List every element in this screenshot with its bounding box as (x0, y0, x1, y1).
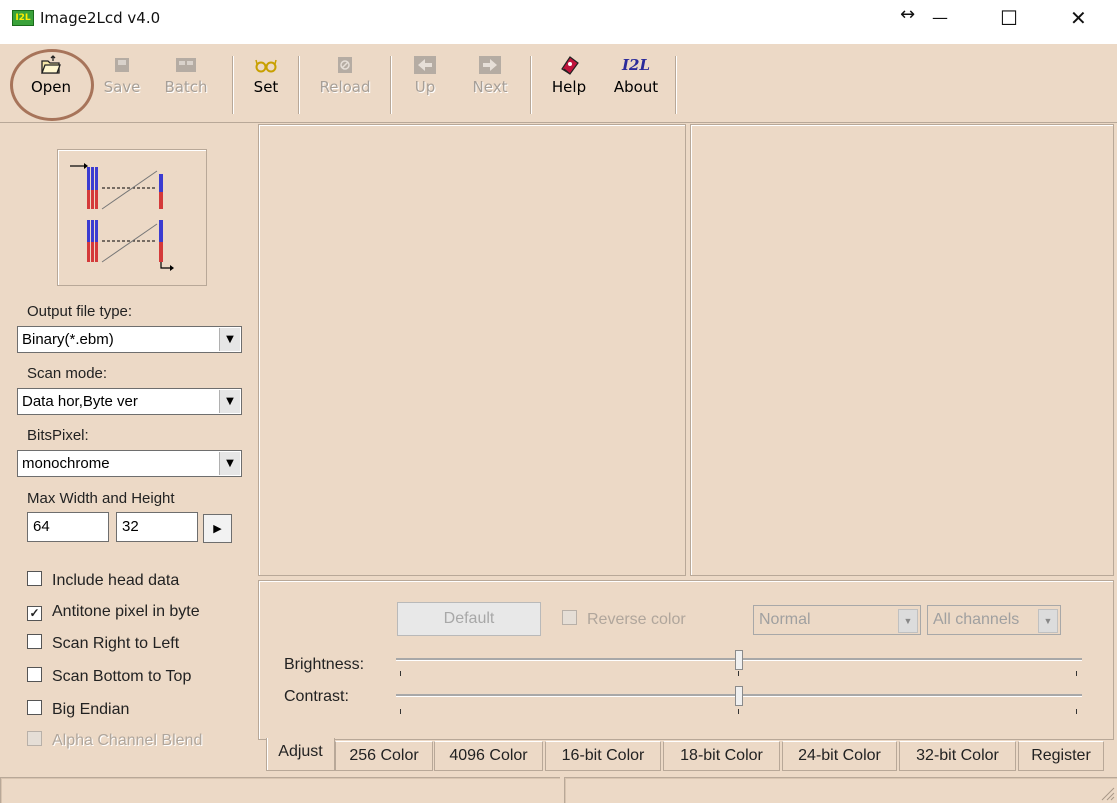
contrast-label: Contrast: (284, 688, 349, 705)
tab-adjust[interactable]: Adjust (266, 738, 335, 771)
channel-select[interactable]: All channels ▼ (927, 605, 1061, 635)
checkbox-box[interactable] (27, 571, 42, 586)
help-label: Help (551, 78, 587, 96)
chevron-down-icon[interactable]: ▼ (898, 609, 918, 633)
source-image-preview (258, 124, 686, 576)
batch-icon (160, 54, 212, 76)
tick-mark (400, 671, 401, 676)
max-height-input[interactable]: 32 (116, 512, 198, 542)
tab-24-bit-color[interactable]: 24-bit Color (782, 741, 897, 771)
toolbar-separator (675, 56, 677, 114)
set-button[interactable]: Set (250, 54, 282, 96)
scan-mode-select[interactable]: Data hor,Byte ver ▼ (17, 388, 242, 415)
scan-mode-preview (57, 149, 207, 286)
bits-pixel-label: BitsPixel: (27, 427, 89, 444)
tab-register[interactable]: Register (1018, 741, 1104, 771)
glasses-icon (250, 54, 282, 76)
reload-button[interactable]: Reload (315, 54, 375, 96)
output-image-preview (690, 124, 1114, 576)
bits-pixel-select[interactable]: monochrome ▼ (17, 450, 242, 477)
about-label: About (613, 78, 659, 96)
scan-mode-label: Scan mode: (27, 365, 108, 382)
right-arrow-icon (468, 54, 512, 76)
next-button[interactable]: Next (468, 54, 512, 96)
toolbar-separator (530, 56, 532, 114)
close-button[interactable]: ✕ (1070, 6, 1087, 30)
resize-icon: ↔ (900, 4, 916, 25)
include-head-data-checkbox[interactable]: Include head data (27, 571, 179, 590)
checkbox-box[interactable] (27, 700, 42, 715)
tab-4096-color[interactable]: 4096 Color (434, 741, 543, 771)
status-panel-left (0, 777, 560, 803)
set-label: Set (253, 78, 279, 96)
maximize-button[interactable]: ☐ (1000, 6, 1018, 30)
tick-mark (738, 709, 739, 714)
toolbar-separator (390, 56, 392, 114)
output-file-type-select[interactable]: Binary(*.ebm) ▼ (17, 326, 242, 353)
apply-size-button[interactable]: ▶ (203, 514, 232, 543)
checkbox-box[interactable] (27, 634, 42, 649)
batch-button[interactable]: Batch (160, 54, 212, 96)
next-label: Next (472, 78, 508, 96)
check-icon: ✓ (29, 606, 40, 620)
help-book-icon (548, 54, 590, 76)
tab-16-bit-color[interactable]: 16-bit Color (545, 741, 661, 771)
toolbar-separator (232, 56, 234, 114)
up-label: Up (414, 78, 436, 96)
tick-mark (1076, 671, 1077, 676)
about-button[interactable]: I2L About (608, 54, 664, 96)
reverse-color-checkbox[interactable]: Reverse color (562, 610, 686, 629)
tick-mark (400, 709, 401, 714)
chevron-down-icon[interactable]: ▼ (219, 328, 240, 351)
highlight-ring (10, 49, 94, 121)
alpha-channel-blend-checkbox[interactable]: Alpha Channel Blend (27, 731, 202, 750)
brightness-slider-thumb[interactable] (735, 650, 743, 670)
reload-label: Reload (319, 78, 371, 96)
scan-bottom-to-top-checkbox[interactable]: Scan Bottom to Top (27, 667, 191, 686)
big-endian-checkbox[interactable]: Big Endian (27, 700, 129, 719)
status-bar (0, 775, 1117, 803)
output-file-type-label: Output file type: (27, 303, 133, 320)
reload-icon (315, 54, 375, 76)
tab-32-bit-color[interactable]: 32-bit Color (899, 741, 1016, 771)
title-bar: I2L Image2Lcd v4.0 ↔ — ☐ ✕ (0, 0, 1117, 44)
play-icon: ▶ (213, 522, 222, 535)
checkbox-box[interactable] (27, 731, 42, 746)
left-arrow-icon (405, 54, 445, 76)
contrast-slider-thumb[interactable] (735, 686, 743, 706)
chevron-down-icon[interactable]: ▼ (219, 452, 240, 475)
resize-grip-icon[interactable] (1099, 785, 1115, 801)
save-button[interactable]: Save (101, 54, 143, 96)
scan-diagram-icon (70, 163, 174, 271)
tick-mark (1076, 709, 1077, 714)
chevron-down-icon[interactable]: ▼ (1038, 609, 1058, 633)
window-title: Image2Lcd v4.0 (40, 9, 161, 27)
status-panel-right (564, 777, 1117, 803)
scan-right-to-left-checkbox[interactable]: Scan Right to Left (27, 634, 179, 653)
up-button[interactable]: Up (405, 54, 445, 96)
brightness-label: Brightness: (284, 656, 365, 673)
default-button[interactable]: Default (397, 602, 541, 636)
checkbox-box[interactable]: ✓ (27, 606, 42, 621)
save-icon (101, 54, 143, 76)
batch-label: Batch (164, 78, 208, 96)
tab-256-color[interactable]: 256 Color (335, 741, 433, 771)
toolbar-divider (0, 122, 1117, 123)
tab-18-bit-color[interactable]: 18-bit Color (663, 741, 780, 771)
minimize-button[interactable]: — (932, 6, 948, 30)
tick-mark (738, 671, 739, 676)
app-icon: I2L (12, 10, 34, 26)
max-width-input[interactable]: 64 (27, 512, 109, 542)
color-mode-select[interactable]: Normal ▼ (753, 605, 921, 635)
chevron-down-icon[interactable]: ▼ (219, 390, 240, 413)
about-i2l-icon: I2L (621, 56, 650, 74)
help-button[interactable]: Help (548, 54, 590, 96)
toolbar-separator (298, 56, 300, 114)
checkbox-box[interactable] (27, 667, 42, 682)
antitone-pixel-checkbox[interactable]: ✓ Antitone pixel in byte (27, 603, 200, 621)
max-size-label: Max Width and Height (27, 490, 175, 507)
save-label: Save (103, 78, 141, 96)
checkbox-box[interactable] (562, 610, 577, 625)
